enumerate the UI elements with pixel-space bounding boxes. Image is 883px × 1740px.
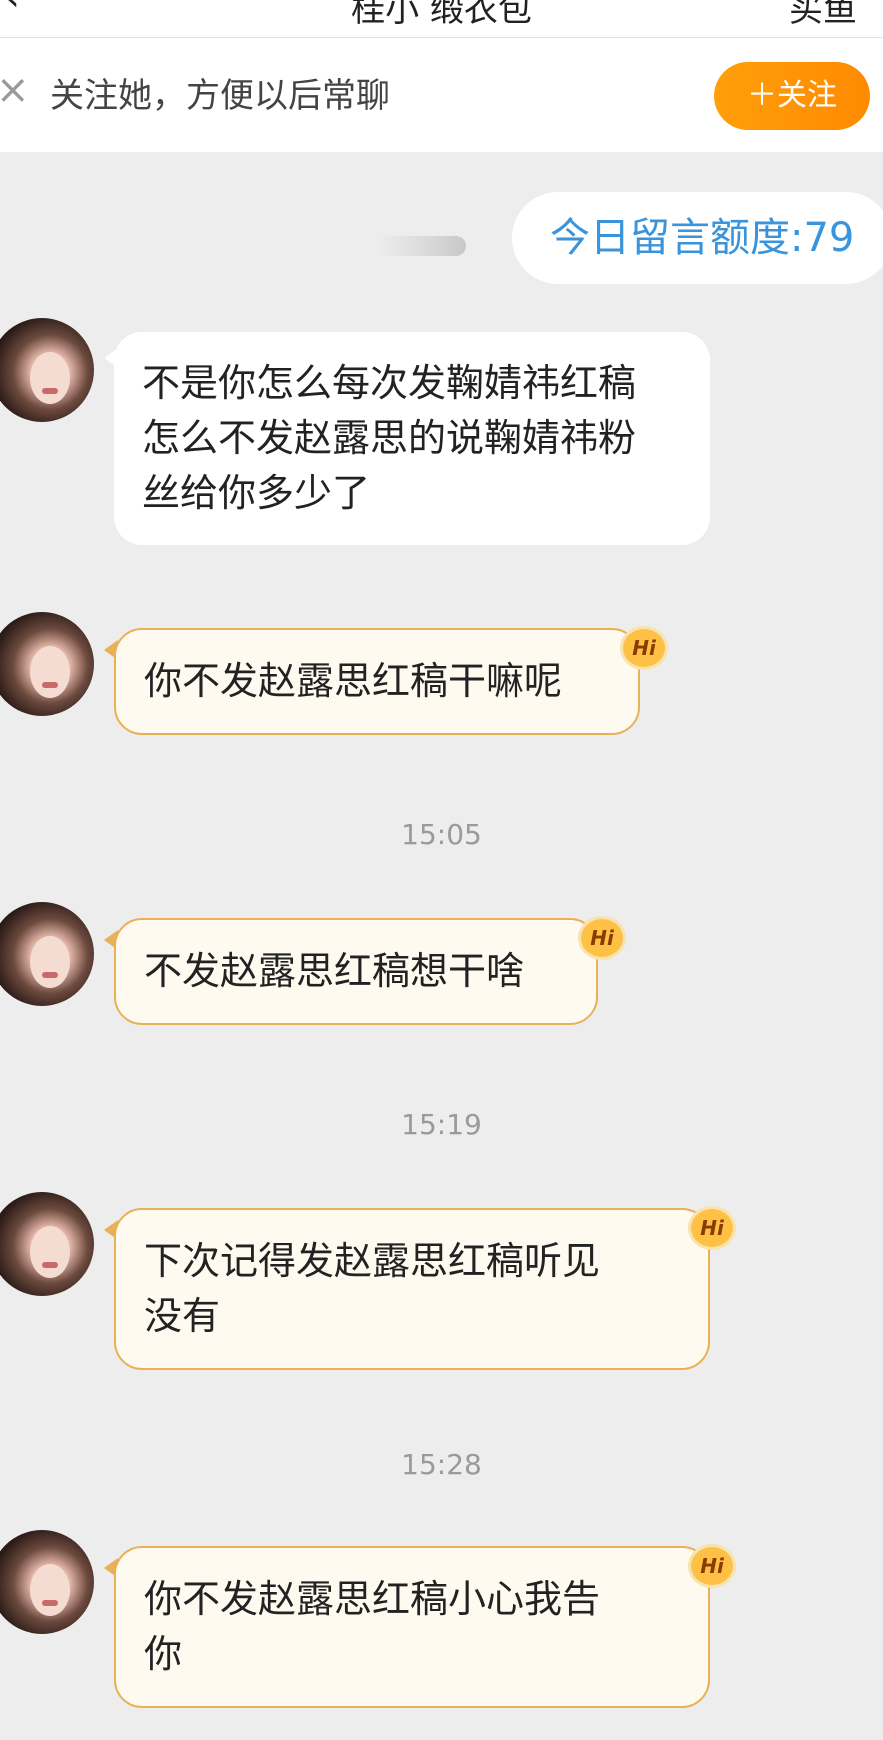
- quota-row: 今日留言额度:79: [0, 192, 883, 284]
- timestamp: 15:19: [401, 1108, 482, 1141]
- follow-button[interactable]: ＋关注: [714, 62, 870, 130]
- hi-badge-icon: Hi: [578, 916, 626, 960]
- quota-decoration: [378, 236, 466, 256]
- chat-title: 桂小 缎衣包: [351, 0, 532, 30]
- avatar[interactable]: [0, 1530, 94, 1634]
- hi-badge-icon: Hi: [620, 626, 668, 670]
- timestamp: 15:05: [401, 818, 482, 851]
- hi-badge-icon: Hi: [688, 1544, 736, 1588]
- follow-banner: × 关注她，方便以后常聊 ＋关注: [0, 38, 883, 152]
- follow-prompt-text: 关注她，方便以后常聊: [50, 76, 390, 116]
- header-right-action[interactable]: 买鱼: [789, 0, 857, 31]
- message-bubble[interactable]: 不是你怎么每次发鞠婧祎红稿 怎么不发赵露思的说鞠婧祎粉 丝给你多少了: [114, 332, 710, 545]
- close-icon[interactable]: ×: [0, 70, 30, 110]
- avatar[interactable]: [0, 612, 94, 716]
- message-quota-badge: 今日留言额度:79: [512, 192, 883, 284]
- avatar[interactable]: [0, 1192, 94, 1296]
- avatar[interactable]: [0, 318, 94, 422]
- message-bubble[interactable]: 不发赵露思红稿想干啥: [114, 918, 598, 1025]
- message-bubble[interactable]: 下次记得发赵露思红稿听见 没有: [114, 1208, 710, 1370]
- avatar[interactable]: [0, 902, 94, 1006]
- message-bubble[interactable]: 你不发赵露思红稿小心我告 你: [114, 1546, 710, 1708]
- message-bubble[interactable]: 你不发赵露思红稿干嘛呢: [114, 628, 640, 735]
- timestamp: 15:28: [401, 1448, 482, 1481]
- top-bar: ‹ 桂小 缎衣包 买鱼: [0, 0, 883, 38]
- hi-badge-icon: Hi: [688, 1206, 736, 1250]
